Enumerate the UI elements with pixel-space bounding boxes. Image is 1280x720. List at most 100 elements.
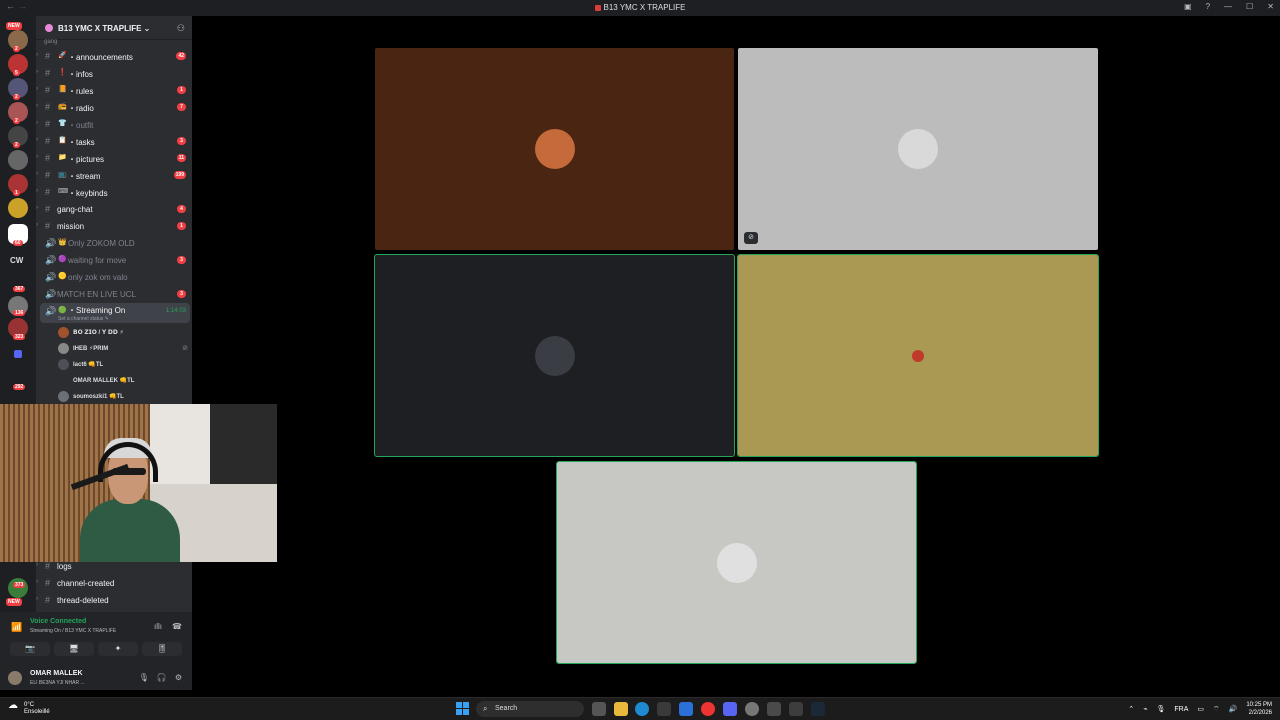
member-name: soumoszki1 👊TL <box>73 394 124 400</box>
disconnect-icon[interactable]: ☎ <box>172 622 182 631</box>
search-icon: ⌕ <box>483 704 488 713</box>
channel-label: only zok om valo <box>68 273 128 282</box>
help-icon[interactable]: ? <box>1206 2 1210 11</box>
channel-status[interactable]: Set a channel status ✎ <box>58 316 109 322</box>
headphones-icon[interactable]: 🎧 <box>157 673 167 682</box>
voice-member[interactable]: soumoszki1 👊TL <box>58 389 188 405</box>
channel-label: thread-deleted <box>57 596 109 605</box>
server-avatar[interactable] <box>8 578 28 598</box>
video-tile[interactable] <box>374 254 735 457</box>
microphone-icon[interactable]: 🎙 <box>139 673 149 682</box>
active-voice-channel[interactable]: 🔊 🟢 ・Streaming On 1:14:03 Set a channel stat… <box>40 303 190 323</box>
voice-channel-item[interactable]: 🔊 🟣 waiting for move 3 <box>36 252 192 268</box>
mail-icon[interactable] <box>679 702 693 716</box>
network-icon[interactable]: ⌁ <box>1143 705 1147 713</box>
volume-icon[interactable]: 🔊 <box>1229 705 1238 713</box>
server-badge: 2 <box>13 118 20 124</box>
channel-item[interactable]: › # mission 1 <box>36 218 192 234</box>
app-icon[interactable] <box>789 702 803 716</box>
discord-icon[interactable] <box>723 702 737 716</box>
voice-channel-item[interactable]: 🔊 🟡 only zok om valo <box>36 269 192 285</box>
chevron-right-icon: › <box>36 596 38 602</box>
maximize-icon[interactable]: ☐ <box>1246 2 1253 11</box>
task-view-icon[interactable] <box>592 702 606 716</box>
participant-avatar <box>898 129 938 169</box>
language-indicator[interactable]: FRA <box>1174 706 1188 713</box>
screen-share-button[interactable]: 🖥 <box>54 642 94 656</box>
settings-icon[interactable] <box>767 702 781 716</box>
avatar <box>58 375 69 386</box>
voice-channel-item[interactable]: 🔊 👑 Only ZOKOM OLD <box>36 235 192 251</box>
participant-avatar <box>534 335 575 376</box>
unread-badge: 3 <box>177 256 186 264</box>
voice-member[interactable]: IHEB ⚡PRIM ⊘ <box>58 341 188 357</box>
video-tile[interactable]: ⊘ <box>738 48 1098 250</box>
channel-item[interactable]: › # 📙 ・rules 1 <box>36 82 192 98</box>
voice-channel-item[interactable]: 🔊 MATCH EN LIVE UCL 3 <box>36 286 192 302</box>
store-icon[interactable] <box>657 702 671 716</box>
channel-item[interactable]: › # channel-created <box>36 575 192 591</box>
display-icon[interactable]: ▭ <box>1197 705 1204 713</box>
inbox-icon[interactable]: ▣ <box>1184 2 1192 11</box>
camera-button[interactable]: 📷 <box>10 642 50 656</box>
minimize-icon[interactable]: — <box>1224 2 1232 11</box>
settings-gear-icon[interactable]: ⚙ <box>175 673 182 682</box>
voice-member[interactable]: 𝗕𝗢 𝗭𝗜𝗢 / 𝗬 𝗗𝗗 ⚡ <box>58 325 188 341</box>
avatar[interactable] <box>8 671 22 685</box>
channel-label: ・stream <box>68 172 101 181</box>
channel-item[interactable]: › # 📁 ・pictures 11 <box>36 150 192 166</box>
soundboard-button[interactable]: 🎚 <box>142 642 182 656</box>
server-cw[interactable]: CW <box>10 256 23 265</box>
chrome-icon[interactable] <box>701 702 715 716</box>
channel-item[interactable]: › # 📻 ・radio 7 <box>36 99 192 115</box>
channel-item[interactable]: › # ❗ ・infos <box>36 65 192 81</box>
server-badge: 2 <box>13 94 20 100</box>
hash-icon: # <box>45 85 51 95</box>
chevron-up-icon[interactable]: ⌃ <box>1128 705 1134 713</box>
avatar <box>58 391 69 402</box>
voice-member[interactable]: lact6 👊TL <box>58 357 188 373</box>
channel-item[interactable]: › # ⌨ ・keybinds <box>36 184 192 200</box>
add-member-icon[interactable]: ⚇ <box>177 23 185 34</box>
steam-icon[interactable] <box>811 702 825 716</box>
channel-item[interactable]: › # gang-chat 4 <box>36 201 192 217</box>
mic-tray-icon[interactable]: 🎙 <box>1156 705 1165 713</box>
voice-connected-subtitle[interactable]: Streaming On / B13 YMC X TRAPLIFE <box>30 628 116 634</box>
avatar <box>58 327 69 338</box>
section-label: gang <box>44 39 58 45</box>
server-header[interactable]: B13 YMC X TRAPLIFE ⌄ ⚇ <box>36 16 192 40</box>
clock[interactable]: 10:25 PM 2/2/2026 <box>1246 701 1272 717</box>
edge-icon[interactable] <box>635 702 649 716</box>
video-tile[interactable] <box>556 461 917 664</box>
app-icon[interactable] <box>745 702 759 716</box>
channel-item[interactable]: › # 📋 ・tasks 3 <box>36 133 192 149</box>
folder-icon[interactable] <box>14 350 22 358</box>
unread-badge: 1 <box>177 86 186 94</box>
file-explorer-icon[interactable] <box>614 702 628 716</box>
start-button[interactable] <box>456 702 469 715</box>
channel-item[interactable]: › # 👕 ・outfit <box>36 116 192 132</box>
webcam-overlay <box>0 404 277 562</box>
close-icon[interactable]: ✕ <box>1267 2 1274 11</box>
taskbar-search[interactable]: ⌕ Search <box>476 701 584 717</box>
channel-label: gang-chat <box>57 205 93 214</box>
activity-button[interactable]: ✦ <box>98 642 138 656</box>
noise-suppression-icon[interactable]: ıllı <box>154 622 162 631</box>
streamer-figure <box>70 434 180 562</box>
wifi-icon[interactable]: ⌔ <box>1213 705 1220 714</box>
unread-badge: 1 <box>177 222 186 230</box>
hash-icon: # <box>45 561 51 571</box>
chevron-right-icon: › <box>36 86 38 92</box>
video-tile[interactable] <box>737 254 1099 457</box>
server-avatar[interactable] <box>8 150 28 170</box>
server-avatar[interactable] <box>8 198 28 218</box>
channel-item[interactable]: › # thread-deleted <box>36 592 192 608</box>
video-tile[interactable] <box>375 48 734 250</box>
voice-member[interactable]: OMAR MALLEK 👊TL <box>58 373 188 389</box>
channel-item[interactable]: › # 📺 ・stream 199 <box>36 167 192 183</box>
stream-icon: ⊘ <box>744 232 758 244</box>
channel-label: MATCH EN LIVE UCL <box>57 290 136 299</box>
unread-badge: 4 <box>177 205 186 213</box>
user-panel[interactable]: OMAR MALLEK ELI BE3NA YJI NHAR ... 🎙 🎧 ⚙ <box>0 666 192 690</box>
channel-item[interactable]: › # 🚀 ・announcements 42 <box>36 48 192 64</box>
